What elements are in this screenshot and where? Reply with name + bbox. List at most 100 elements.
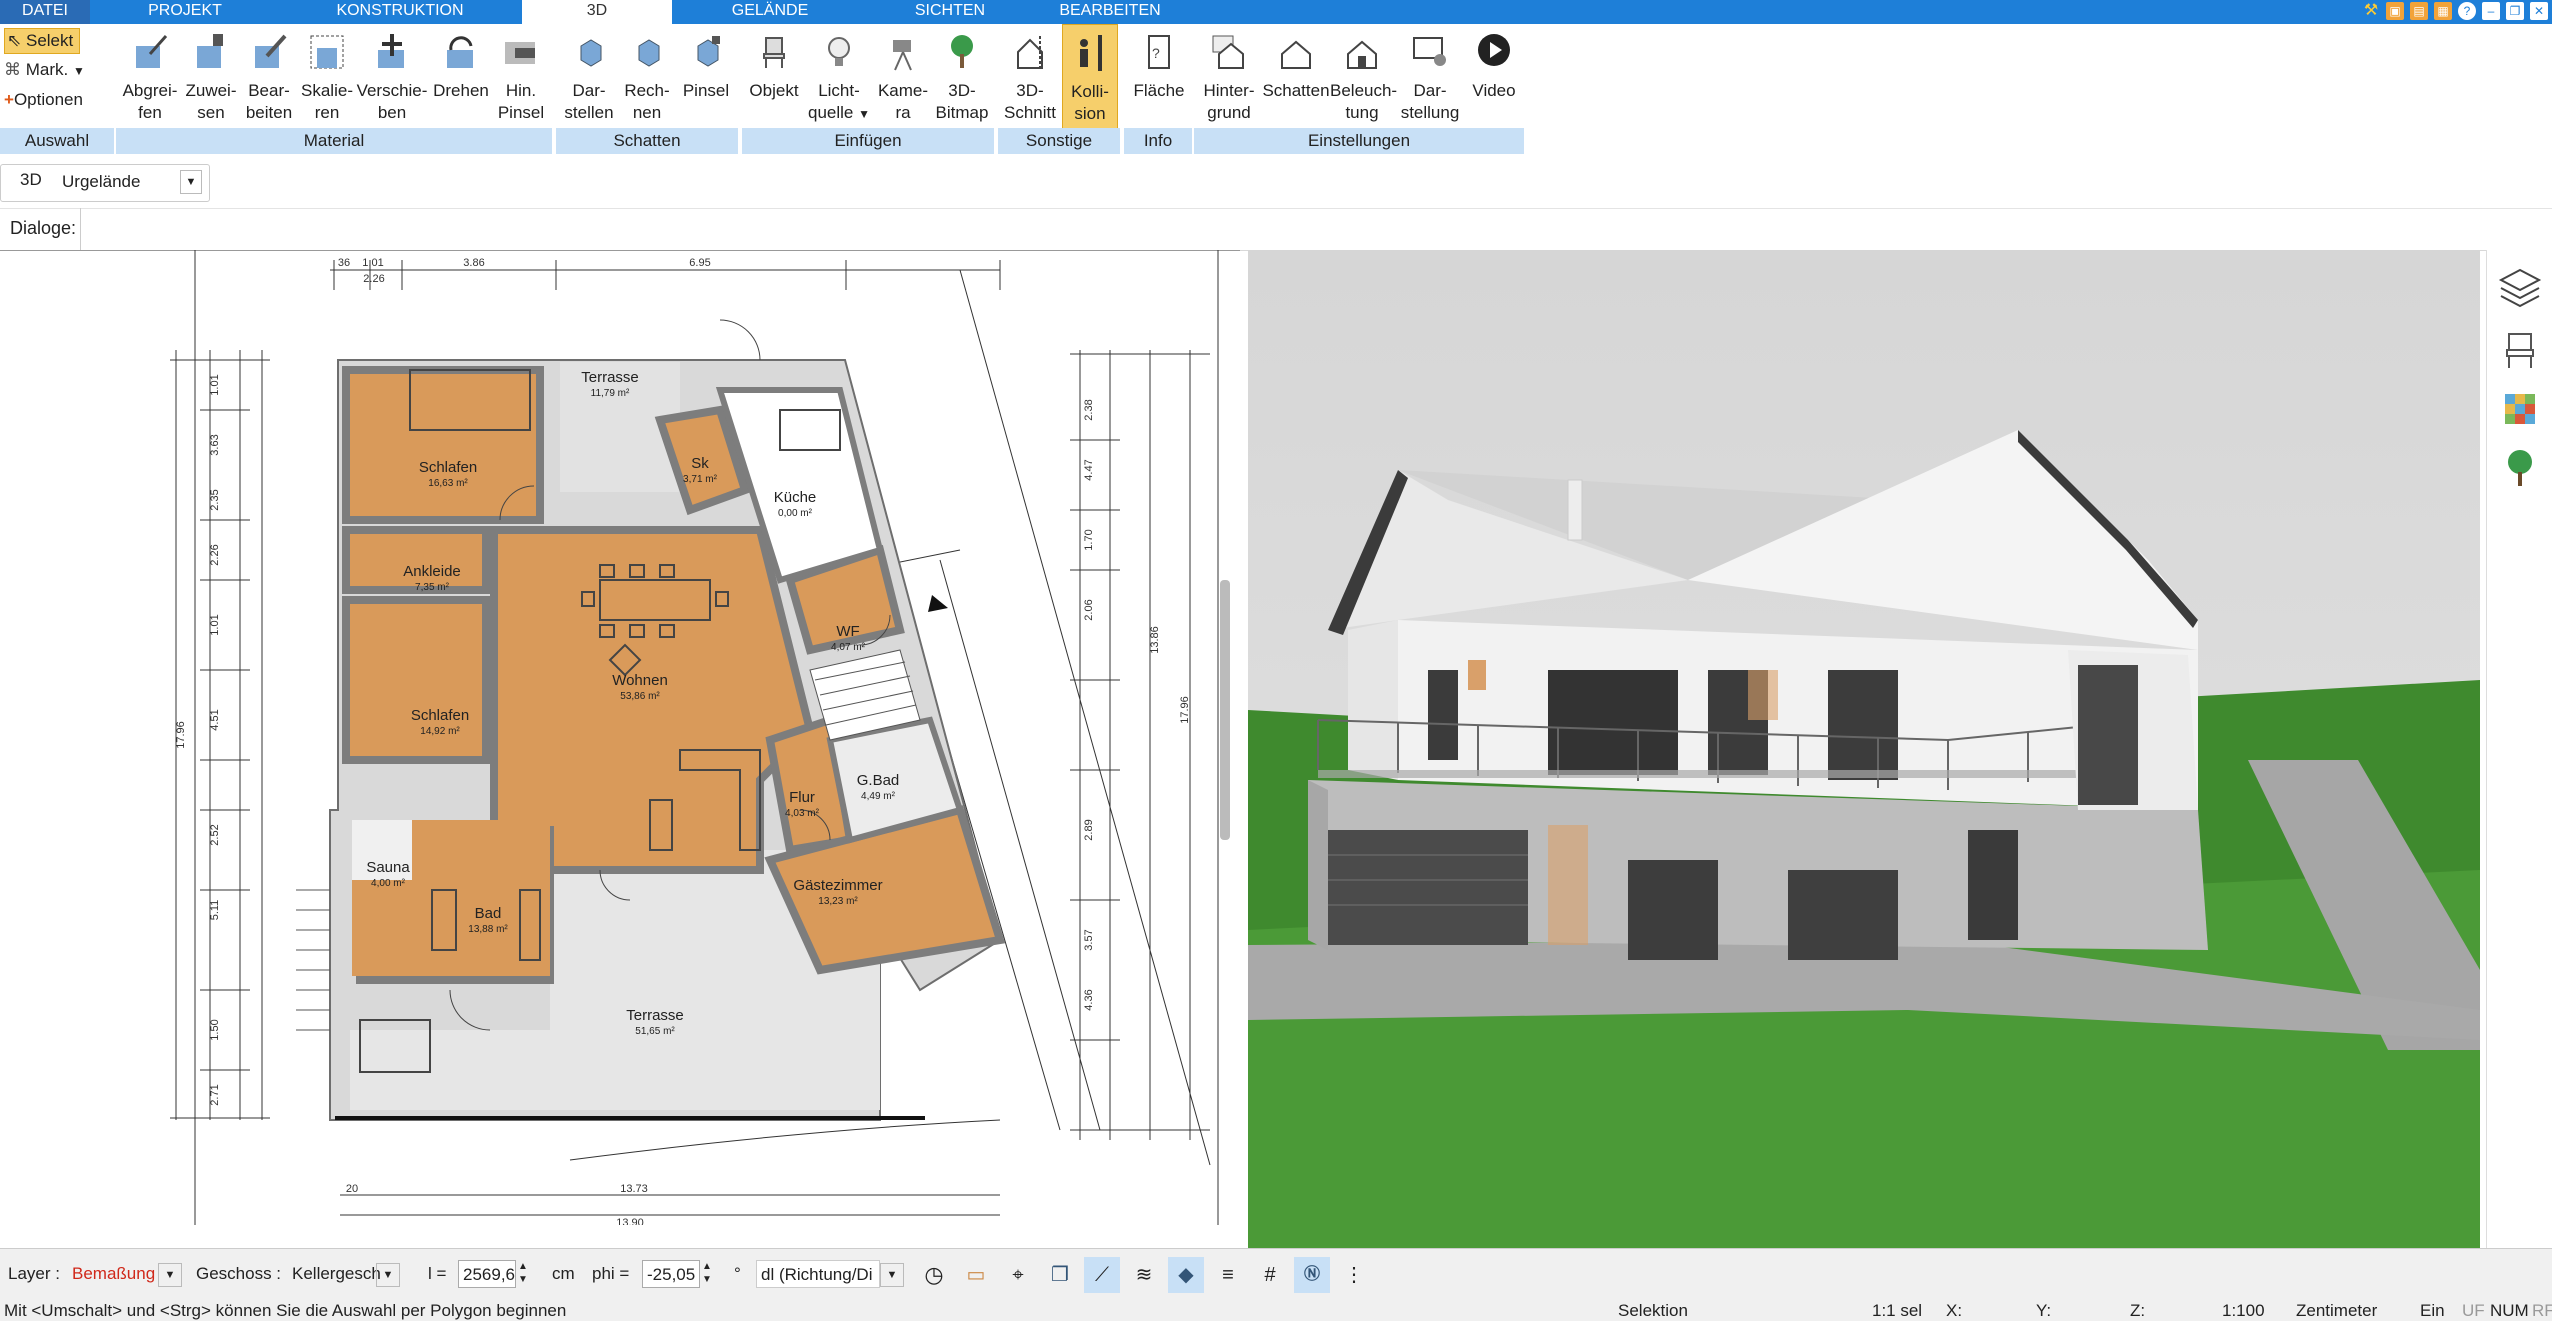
camera-icon[interactable]: ⌖ [1000,1257,1036,1293]
dimension-label: 13.73 [620,1183,648,1195]
tree-icon [951,35,973,68]
vertical-scrollbar[interactable] [1220,580,1230,840]
restore-icon[interactable]: ❐ [2506,2,2524,20]
mark-button[interactable]: ⌘ Mark. ▼ [4,58,85,83]
monitor-icon[interactable]: ▭ [958,1257,994,1293]
group-sonstige: Sonstige [998,128,1120,154]
room-schlafen-1[interactable] [342,366,544,524]
tree-icon[interactable] [2508,450,2532,486]
area-button[interactable]: ? Fläche [1128,24,1190,102]
help-icon[interactable]: ? [2458,2,2476,20]
room-ankleide[interactable] [342,526,490,594]
pick-material-button[interactable]: Abgrei-fen [118,24,182,124]
light-source-button[interactable]: Licht-quelle ▼ [808,24,870,125]
floor-plan-canvas[interactable]: Schlafen 16,63 m² Ankleide 7,35 m² Schlafen 1… [0,250,1240,1225]
panel-icon[interactable]: ▦ [2434,2,2452,20]
3d-bitmap-button[interactable]: 3D- Bitmap [934,24,990,124]
floor-select[interactable]: Kellergesch [292,1260,381,1288]
chevron-down-icon[interactable]: ▼ [180,170,202,194]
lighting-button[interactable]: Beleuch-tung [1330,24,1397,124]
layer-select[interactable]: Bemaßung [72,1260,155,1288]
copy-icon[interactable]: ❐ [1042,1257,1078,1293]
chevron-down-icon[interactable]: ▼ [376,1263,400,1287]
length-input[interactable]: 2569,6 [458,1260,516,1288]
room-area-label: 13,88 m² [468,924,508,935]
direction-select[interactable]: dl (Richtung/Di [756,1260,880,1288]
status-unit: Zentimeter [2296,1301,2378,1320]
tab-konstruktion[interactable]: KONSTRUKTION [310,0,490,24]
shadow-show-button[interactable]: Dar-stellen [558,24,620,124]
rotate-material-button[interactable]: Drehen [428,24,494,102]
tab-projekt[interactable]: PROJEKT [120,0,250,24]
hatch-icon[interactable]: ≋ [1126,1257,1162,1293]
camera-icon [893,40,912,71]
terrain-select[interactable]: Urgelände [62,172,140,192]
room-schlafen-2[interactable] [342,596,490,764]
3d-section-button[interactable]: 3D- Schnitt [1000,24,1060,124]
dimension-label: 5.11 [209,900,221,921]
shadow-settings-button[interactable]: Schatten [1262,24,1330,102]
tab-sichten[interactable]: SICHTEN [880,0,1020,24]
room-area-label: 0,00 m² [778,508,813,519]
svg-text:?: ? [1152,45,1160,61]
group-einfuegen: Einfügen [742,128,994,154]
layers-icon[interactable]: ≡ [1210,1257,1246,1293]
more-icon[interactable]: ⋮ [1336,1257,1372,1293]
assign-icon [197,34,223,68]
shadow-calc-button[interactable]: Rech-nen [620,24,674,124]
dimension-label: 2.26 [209,544,221,565]
tab-bearbeiten[interactable]: BEARBEITEN [1040,0,1180,24]
tab-datei[interactable]: DATEI [0,0,90,24]
clock-icon[interactable]: ◷ [916,1257,952,1293]
layers-icon[interactable] [2498,268,2542,308]
video-button[interactable]: Video [1464,24,1524,102]
tab-3d[interactable]: 3D [522,0,672,26]
cube-icon [580,39,602,67]
house-shadow-icon [1281,40,1311,69]
shadow-brush-button[interactable]: Pinsel [678,24,734,102]
dimension-label: 4.47 [1083,459,1095,480]
material-palette-icon[interactable] [2505,394,2535,424]
phi-input[interactable]: -25,05 [642,1260,700,1288]
chevron-down-icon[interactable]: ▼ [880,1263,904,1287]
group-einstellungen: Einstellungen [1194,128,1524,154]
window-icon[interactable]: ▣ [2386,2,2404,20]
scale-material-button[interactable]: Skalie-ren [298,24,356,124]
pencil-icon [255,34,287,68]
minimize-icon[interactable]: – [2482,2,2500,20]
length-stepper[interactable]: ▲ ▼ [518,1260,528,1288]
background-button[interactable]: Hinter-grund [1198,24,1260,124]
assign-material-button[interactable]: Zuwei-sen [182,24,240,124]
3d-view[interactable] [1248,250,2480,1248]
room-name-label: Bad [475,905,502,922]
collision-button[interactable]: Kolli-sion [1062,24,1118,132]
tab-gelaende[interactable]: GELÄNDE [700,0,840,24]
phi-stepper[interactable]: ▲ ▼ [702,1260,712,1288]
snap-icon[interactable]: ⟋ [1084,1257,1120,1293]
north-arrow-icon [928,595,948,612]
camera-button[interactable]: Kame-ra [872,24,934,124]
dimension-label: 2.26 [363,273,384,285]
layout-icon[interactable]: ▤ [2410,2,2428,20]
close-icon[interactable]: ✕ [2530,2,2548,20]
hint-brush-button[interactable]: Hin. Pinsel [494,24,548,124]
tools-icon[interactable]: ⚒ [2362,2,2380,20]
select-button[interactable]: ⇖ Selekt [4,28,81,54]
3d-render[interactable] [1248,250,2480,1248]
north-icon[interactable]: Ⓝ [1294,1257,1330,1293]
object-button[interactable]: Objekt [744,24,804,102]
plane-icon[interactable]: ◆ [1168,1257,1204,1293]
display-button[interactable]: Dar-stellung [1398,24,1462,124]
floor-plan-view[interactable]: Schlafen 16,63 m² Ankleide 7,35 m² Schlafen 1… [0,250,1240,1225]
room-name-label: Sk [691,455,709,472]
chevron-down-icon[interactable]: ▼ [158,1263,182,1287]
status-uf: UF [2462,1301,2485,1320]
chair-icon[interactable] [2506,333,2534,368]
status-scale: 1:100 [2222,1301,2265,1320]
grid-icon[interactable]: # [1252,1257,1288,1293]
edit-material-button[interactable]: Bear-beiten [240,24,298,124]
options-button[interactable]: +Optionen [4,88,83,112]
chevron-down-icon: ▼ [72,64,85,78]
view-toolbar: 3D Urgelände ▼ [0,158,2552,209]
move-material-button[interactable]: Verschie-ben [356,24,428,124]
